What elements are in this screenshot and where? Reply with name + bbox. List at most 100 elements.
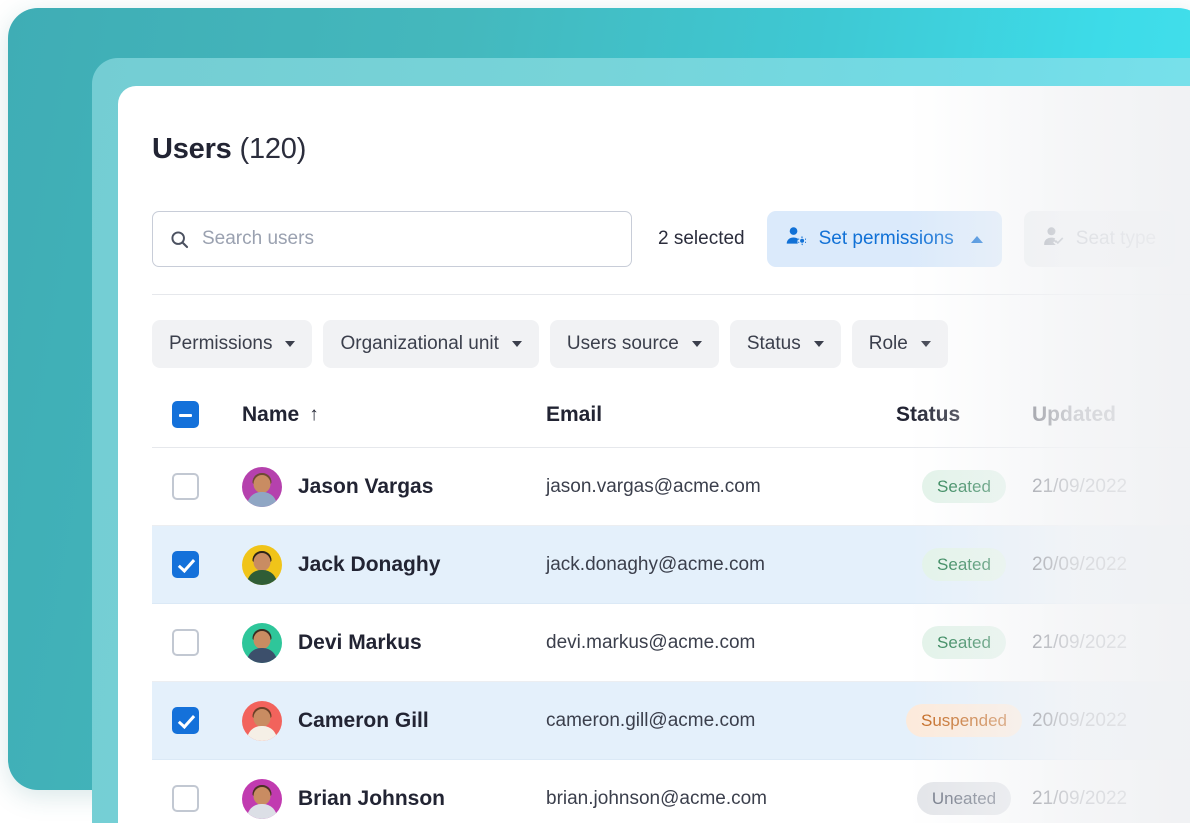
row-checkbox[interactable] <box>172 707 199 734</box>
table-header-row: Name ↑ Email Status Updated <box>152 382 1190 448</box>
row-updated-cell: 20/09/2022 <box>1032 554 1190 576</box>
filter-bar: Permissions Organizational unit Users so… <box>152 320 948 368</box>
row-checkbox[interactable] <box>172 551 199 578</box>
row-updated: 21/09/2022 <box>1032 632 1127 653</box>
row-select-cell <box>152 629 242 656</box>
toolbar-divider <box>152 294 1190 295</box>
row-name: Cameron Gill <box>298 709 429 733</box>
table-row[interactable]: Jason Vargas jason.vargas@acme.com Seate… <box>152 448 1190 526</box>
row-updated-cell: 21/09/2022 <box>1032 476 1190 498</box>
row-updated-cell: 21/09/2022 <box>1032 788 1190 810</box>
row-status-cell: Seated <box>896 548 1032 581</box>
row-name: Brian Johnson <box>298 787 445 811</box>
avatar <box>242 467 282 507</box>
user-check-icon <box>1043 226 1065 252</box>
row-status-cell: Seated <box>896 626 1032 659</box>
status-badge: Seated <box>922 470 1006 503</box>
row-select-cell <box>152 473 242 500</box>
column-header-status-label: Status <box>896 403 960 427</box>
row-email: jack.donaghy@acme.com <box>546 554 765 575</box>
row-name-cell: Cameron Gill <box>242 701 546 741</box>
table-row[interactable]: Jack Donaghy jack.donaghy@acme.com Seate… <box>152 526 1190 604</box>
row-select-cell <box>152 707 242 734</box>
column-header-name[interactable]: Name ↑ <box>242 403 546 427</box>
table-row[interactable]: Devi Markus devi.markus@acme.com Seated … <box>152 604 1190 682</box>
row-updated: 20/09/2022 <box>1032 554 1127 575</box>
page-title-strong: Users <box>152 133 232 165</box>
row-email-cell: devi.markus@acme.com <box>546 632 896 654</box>
row-updated: 21/09/2022 <box>1032 476 1127 497</box>
avatar <box>242 701 282 741</box>
chevron-down-icon <box>512 341 522 347</box>
row-checkbox[interactable] <box>172 629 199 656</box>
filter-users-source[interactable]: Users source <box>550 320 719 368</box>
select-all-cell <box>152 401 242 428</box>
row-status-cell: Suspended <box>896 704 1032 737</box>
seat-type-label: Seat type <box>1076 228 1156 250</box>
column-header-email[interactable]: Email <box>546 403 896 427</box>
avatar <box>242 623 282 663</box>
toolbar: 2 selected Set permissions <box>152 211 1175 267</box>
chevron-down-icon <box>814 341 824 347</box>
search-box[interactable] <box>152 211 632 267</box>
filter-permissions-label: Permissions <box>169 333 272 355</box>
column-header-email-label: Email <box>546 403 602 427</box>
row-email: jason.vargas@acme.com <box>546 476 761 497</box>
row-email-cell: cameron.gill@acme.com <box>546 710 896 732</box>
row-name-cell: Jack Donaghy <box>242 545 546 585</box>
chevron-down-icon <box>921 341 931 347</box>
row-select-cell <box>152 551 242 578</box>
table-row[interactable]: Cameron Gill cameron.gill@acme.com Suspe… <box>152 682 1190 760</box>
row-status-cell: Seated <box>896 470 1032 503</box>
row-updated-cell: 20/09/2022 <box>1032 710 1190 732</box>
row-email-cell: brian.johnson@acme.com <box>546 788 896 810</box>
row-select-cell <box>152 785 242 812</box>
chevron-down-icon <box>692 341 702 347</box>
avatar <box>242 779 282 819</box>
column-header-name-label: Name <box>242 403 299 427</box>
status-badge: Suspended <box>906 704 1022 737</box>
search-input[interactable] <box>202 228 615 250</box>
row-status-cell: Uneated <box>896 782 1032 815</box>
row-name-cell: Devi Markus <box>242 623 546 663</box>
users-card: Users (120) 2 selected <box>118 86 1190 823</box>
column-header-updated-label: Updated <box>1032 403 1116 427</box>
column-header-status[interactable]: Status <box>896 403 1032 427</box>
select-all-checkbox[interactable] <box>172 401 199 428</box>
table-row[interactable]: Brian Johnson brian.johnson@acme.com Une… <box>152 760 1190 823</box>
chevron-down-icon <box>285 341 295 347</box>
column-header-updated[interactable]: Updated <box>1032 403 1190 427</box>
row-email-cell: jack.donaghy@acme.com <box>546 554 896 576</box>
status-badge: Uneated <box>917 782 1011 815</box>
users-gear-icon <box>786 226 808 252</box>
filter-role[interactable]: Role <box>852 320 948 368</box>
set-permissions-button[interactable]: Set permissions <box>767 211 1002 267</box>
filter-permissions[interactable]: Permissions <box>152 320 312 368</box>
row-updated: 21/09/2022 <box>1032 788 1127 809</box>
row-email: cameron.gill@acme.com <box>546 710 755 731</box>
filter-status-label: Status <box>747 333 801 355</box>
avatar <box>242 545 282 585</box>
row-name-cell: Brian Johnson <box>242 779 546 819</box>
row-name: Jack Donaghy <box>298 553 440 577</box>
page-title-count: (120) <box>239 133 306 165</box>
row-checkbox[interactable] <box>172 473 199 500</box>
filter-users-source-label: Users source <box>567 333 679 355</box>
row-name: Jason Vargas <box>298 475 433 499</box>
set-permissions-label: Set permissions <box>819 228 954 250</box>
caret-up-icon <box>971 236 983 243</box>
users-table: Name ↑ Email Status Updated <box>152 382 1190 823</box>
page-title: Users (120) <box>152 132 306 166</box>
row-email: brian.johnson@acme.com <box>546 788 767 809</box>
status-badge: Seated <box>922 626 1006 659</box>
filter-role-label: Role <box>869 333 908 355</box>
search-icon <box>169 229 190 250</box>
row-name: Devi Markus <box>298 631 422 655</box>
seat-type-button[interactable]: Seat type <box>1024 211 1175 267</box>
row-updated: 20/09/2022 <box>1032 710 1127 731</box>
filter-status[interactable]: Status <box>730 320 841 368</box>
row-checkbox[interactable] <box>172 785 199 812</box>
filter-organizational-unit[interactable]: Organizational unit <box>323 320 538 368</box>
row-name-cell: Jason Vargas <box>242 467 546 507</box>
selected-count-label: 2 selected <box>658 228 745 250</box>
